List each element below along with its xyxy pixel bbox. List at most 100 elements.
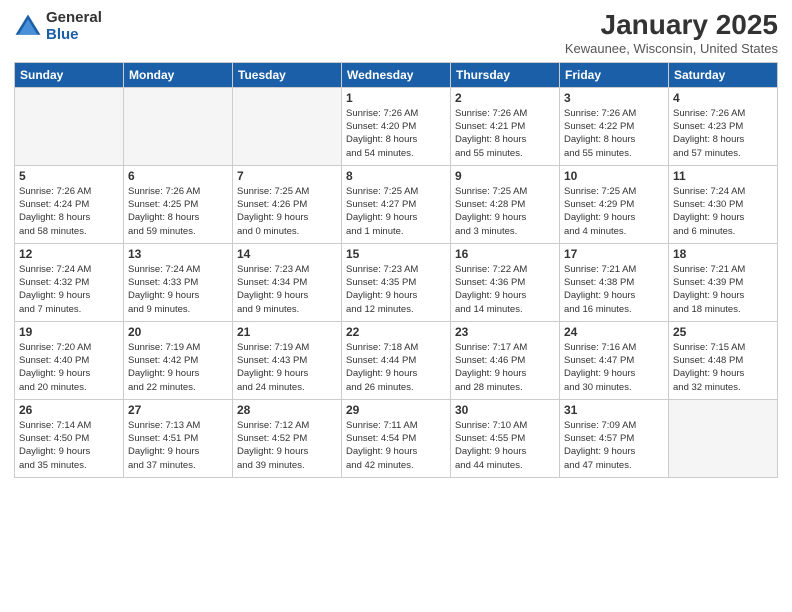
logo-general-label: General xyxy=(46,10,102,27)
day-number: 5 xyxy=(19,169,119,183)
day-info: Sunrise: 7:09 AM Sunset: 4:57 PM Dayligh… xyxy=(564,419,664,472)
calendar-day-cell: 21 Sunrise: 7:19 AM Sunset: 4:43 PM Dayli… xyxy=(233,321,342,399)
calendar-day-cell: 13 Sunrise: 7:24 AM Sunset: 4:33 PM Dayli… xyxy=(124,243,233,321)
day-info: Sunrise: 7:13 AM Sunset: 4:51 PM Dayligh… xyxy=(128,419,228,472)
day-info: Sunrise: 7:25 AM Sunset: 4:28 PM Dayligh… xyxy=(455,185,555,238)
calendar-day-cell: 8Sunrise: 7:25 AM Sunset: 4:27 PM Daylig… xyxy=(342,165,451,243)
calendar-day-cell: 23 Sunrise: 7:17 AM Sunset: 4:46 PM Dayli… xyxy=(451,321,560,399)
day-info: Sunrise: 7:19 AM Sunset: 4:42 PM Dayligh… xyxy=(128,341,228,394)
calendar-day-cell: 31 Sunrise: 7:09 AM Sunset: 4:57 PM Dayli… xyxy=(560,399,669,477)
logo-icon xyxy=(14,13,42,41)
weekday-header: Friday xyxy=(560,62,669,87)
day-info: Sunrise: 7:23 AM Sunset: 4:35 PM Dayligh… xyxy=(346,263,446,316)
calendar-day-cell: 29 Sunrise: 7:11 AM Sunset: 4:54 PM Dayli… xyxy=(342,399,451,477)
day-number: 6 xyxy=(128,169,228,183)
day-info: Sunrise: 7:24 AM Sunset: 4:30 PM Dayligh… xyxy=(673,185,773,238)
day-number: 27 xyxy=(128,403,228,417)
calendar-day-cell: 26Sunrise: 7:14 AM Sunset: 4:50 PM Dayli… xyxy=(15,399,124,477)
calendar-body: 1 Sunrise: 7:26 AM Sunset: 4:20 PM Daylig… xyxy=(15,87,778,477)
calendar-day-cell: 11Sunrise: 7:24 AM Sunset: 4:30 PM Dayli… xyxy=(669,165,778,243)
day-number: 25 xyxy=(673,325,773,339)
day-info: Sunrise: 7:25 AM Sunset: 4:27 PM Dayligh… xyxy=(346,185,446,238)
day-info: Sunrise: 7:24 AM Sunset: 4:33 PM Dayligh… xyxy=(128,263,228,316)
day-number: 18 xyxy=(673,247,773,261)
day-number: 1 xyxy=(346,91,446,105)
day-info: Sunrise: 7:16 AM Sunset: 4:47 PM Dayligh… xyxy=(564,341,664,394)
day-info: Sunrise: 7:10 AM Sunset: 4:55 PM Dayligh… xyxy=(455,419,555,472)
day-info: Sunrise: 7:25 AM Sunset: 4:26 PM Dayligh… xyxy=(237,185,337,238)
day-number: 29 xyxy=(346,403,446,417)
day-info: Sunrise: 7:26 AM Sunset: 4:23 PM Dayligh… xyxy=(673,107,773,160)
calendar-day-cell: 25 Sunrise: 7:15 AM Sunset: 4:48 PM Dayli… xyxy=(669,321,778,399)
day-info: Sunrise: 7:17 AM Sunset: 4:46 PM Dayligh… xyxy=(455,341,555,394)
page: General Blue January 2025 Kewaunee, Wisc… xyxy=(0,0,792,612)
calendar-day-cell xyxy=(15,87,124,165)
calendar-day-cell: 20 Sunrise: 7:19 AM Sunset: 4:42 PM Dayli… xyxy=(124,321,233,399)
calendar-table: SundayMondayTuesdayWednesdayThursdayFrid… xyxy=(14,62,778,478)
day-number: 21 xyxy=(237,325,337,339)
calendar-day-cell: 30Sunrise: 7:10 AM Sunset: 4:55 PM Dayli… xyxy=(451,399,560,477)
calendar-day-cell: 3Sunrise: 7:26 AM Sunset: 4:22 PM Daylig… xyxy=(560,87,669,165)
day-info: Sunrise: 7:26 AM Sunset: 4:20 PM Dayligh… xyxy=(346,107,446,160)
calendar-day-cell: 4 Sunrise: 7:26 AM Sunset: 4:23 PM Daylig… xyxy=(669,87,778,165)
day-number: 19 xyxy=(19,325,119,339)
day-number: 24 xyxy=(564,325,664,339)
day-number: 12 xyxy=(19,247,119,261)
day-info: Sunrise: 7:11 AM Sunset: 4:54 PM Dayligh… xyxy=(346,419,446,472)
day-number: 20 xyxy=(128,325,228,339)
day-info: Sunrise: 7:21 AM Sunset: 4:39 PM Dayligh… xyxy=(673,263,773,316)
calendar-day-cell xyxy=(124,87,233,165)
day-number: 22 xyxy=(346,325,446,339)
calendar-day-cell: 5 Sunrise: 7:26 AM Sunset: 4:24 PM Daylig… xyxy=(15,165,124,243)
calendar-day-cell: 9 Sunrise: 7:25 AM Sunset: 4:28 PM Daylig… xyxy=(451,165,560,243)
title-block: January 2025 Kewaunee, Wisconsin, United… xyxy=(565,10,778,56)
day-info: Sunrise: 7:23 AM Sunset: 4:34 PM Dayligh… xyxy=(237,263,337,316)
day-info: Sunrise: 7:19 AM Sunset: 4:43 PM Dayligh… xyxy=(237,341,337,394)
day-info: Sunrise: 7:18 AM Sunset: 4:44 PM Dayligh… xyxy=(346,341,446,394)
day-number: 23 xyxy=(455,325,555,339)
location: Kewaunee, Wisconsin, United States xyxy=(565,41,778,56)
day-number: 14 xyxy=(237,247,337,261)
day-number: 9 xyxy=(455,169,555,183)
weekday-row: SundayMondayTuesdayWednesdayThursdayFrid… xyxy=(15,62,778,87)
day-number: 7 xyxy=(237,169,337,183)
calendar-day-cell: 6 Sunrise: 7:26 AM Sunset: 4:25 PM Daylig… xyxy=(124,165,233,243)
calendar-week-row: 12Sunrise: 7:24 AM Sunset: 4:32 PM Dayli… xyxy=(15,243,778,321)
calendar-day-cell: 7 Sunrise: 7:25 AM Sunset: 4:26 PM Daylig… xyxy=(233,165,342,243)
day-info: Sunrise: 7:26 AM Sunset: 4:21 PM Dayligh… xyxy=(455,107,555,160)
weekday-header: Wednesday xyxy=(342,62,451,87)
day-number: 15 xyxy=(346,247,446,261)
day-info: Sunrise: 7:21 AM Sunset: 4:38 PM Dayligh… xyxy=(564,263,664,316)
calendar-day-cell: 17Sunrise: 7:21 AM Sunset: 4:38 PM Dayli… xyxy=(560,243,669,321)
weekday-header: Saturday xyxy=(669,62,778,87)
calendar-week-row: 26Sunrise: 7:14 AM Sunset: 4:50 PM Dayli… xyxy=(15,399,778,477)
weekday-header: Thursday xyxy=(451,62,560,87)
weekday-header: Tuesday xyxy=(233,62,342,87)
calendar-day-cell xyxy=(669,399,778,477)
day-number: 31 xyxy=(564,403,664,417)
logo-text: General Blue xyxy=(46,10,102,43)
day-number: 28 xyxy=(237,403,337,417)
calendar-day-cell: 16Sunrise: 7:22 AM Sunset: 4:36 PM Dayli… xyxy=(451,243,560,321)
day-info: Sunrise: 7:26 AM Sunset: 4:25 PM Dayligh… xyxy=(128,185,228,238)
logo-blue-label: Blue xyxy=(46,27,102,44)
calendar-header: SundayMondayTuesdayWednesdayThursdayFrid… xyxy=(15,62,778,87)
calendar-day-cell: 14 Sunrise: 7:23 AM Sunset: 4:34 PM Dayli… xyxy=(233,243,342,321)
day-info: Sunrise: 7:25 AM Sunset: 4:29 PM Dayligh… xyxy=(564,185,664,238)
calendar-week-row: 1 Sunrise: 7:26 AM Sunset: 4:20 PM Daylig… xyxy=(15,87,778,165)
calendar-day-cell: 15 Sunrise: 7:23 AM Sunset: 4:35 PM Dayli… xyxy=(342,243,451,321)
calendar-day-cell: 19 Sunrise: 7:20 AM Sunset: 4:40 PM Dayli… xyxy=(15,321,124,399)
day-info: Sunrise: 7:26 AM Sunset: 4:24 PM Dayligh… xyxy=(19,185,119,238)
day-info: Sunrise: 7:20 AM Sunset: 4:40 PM Dayligh… xyxy=(19,341,119,394)
day-number: 2 xyxy=(455,91,555,105)
day-number: 10 xyxy=(564,169,664,183)
calendar-day-cell: 18 Sunrise: 7:21 AM Sunset: 4:39 PM Dayli… xyxy=(669,243,778,321)
day-info: Sunrise: 7:15 AM Sunset: 4:48 PM Dayligh… xyxy=(673,341,773,394)
day-number: 4 xyxy=(673,91,773,105)
weekday-header: Sunday xyxy=(15,62,124,87)
calendar-day-cell: 2 Sunrise: 7:26 AM Sunset: 4:21 PM Daylig… xyxy=(451,87,560,165)
weekday-header: Monday xyxy=(124,62,233,87)
day-number: 13 xyxy=(128,247,228,261)
calendar-day-cell: 22 Sunrise: 7:18 AM Sunset: 4:44 PM Dayli… xyxy=(342,321,451,399)
day-info: Sunrise: 7:14 AM Sunset: 4:50 PM Dayligh… xyxy=(19,419,119,472)
